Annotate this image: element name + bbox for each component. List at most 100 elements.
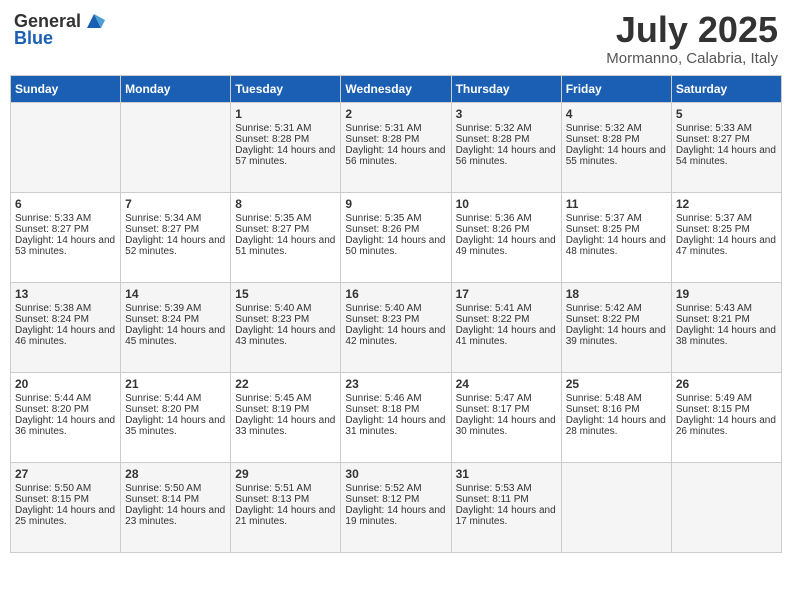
sunrise-text: Sunrise: 5:51 AM <box>235 483 336 494</box>
calendar-cell: 25Sunrise: 5:48 AMSunset: 8:16 PMDayligh… <box>561 372 671 462</box>
weekday-header-tuesday: Tuesday <box>231 75 341 102</box>
day-number: 31 <box>456 467 557 481</box>
logo-blue-text: Blue <box>14 28 53 49</box>
sunset-text: Sunset: 8:25 PM <box>566 224 667 235</box>
daylight-text: Daylight: 14 hours and 47 minutes. <box>676 235 777 257</box>
sunset-text: Sunset: 8:22 PM <box>456 314 557 325</box>
day-number: 16 <box>345 287 446 301</box>
sunrise-text: Sunrise: 5:35 AM <box>235 213 336 224</box>
sunset-text: Sunset: 8:23 PM <box>235 314 336 325</box>
header-row: SundayMondayTuesdayWednesdayThursdayFrid… <box>11 75 782 102</box>
week-row-2: 6Sunrise: 5:33 AMSunset: 8:27 PMDaylight… <box>11 192 782 282</box>
day-number: 10 <box>456 197 557 211</box>
week-row-5: 27Sunrise: 5:50 AMSunset: 8:15 PMDayligh… <box>11 462 782 552</box>
sunset-text: Sunset: 8:18 PM <box>345 404 446 415</box>
calendar-cell: 15Sunrise: 5:40 AMSunset: 8:23 PMDayligh… <box>231 282 341 372</box>
day-number: 21 <box>125 377 226 391</box>
calendar-cell: 9Sunrise: 5:35 AMSunset: 8:26 PMDaylight… <box>341 192 451 282</box>
sunset-text: Sunset: 8:15 PM <box>676 404 777 415</box>
day-number: 3 <box>456 107 557 121</box>
calendar-cell: 31Sunrise: 5:53 AMSunset: 8:11 PMDayligh… <box>451 462 561 552</box>
daylight-text: Daylight: 14 hours and 28 minutes. <box>566 415 667 437</box>
day-number: 30 <box>345 467 446 481</box>
sunset-text: Sunset: 8:11 PM <box>456 494 557 505</box>
weekday-header-monday: Monday <box>121 75 231 102</box>
sunset-text: Sunset: 8:22 PM <box>566 314 667 325</box>
calendar-cell: 27Sunrise: 5:50 AMSunset: 8:15 PMDayligh… <box>11 462 121 552</box>
day-number: 15 <box>235 287 336 301</box>
day-number: 23 <box>345 377 446 391</box>
sunrise-text: Sunrise: 5:33 AM <box>676 123 777 134</box>
daylight-text: Daylight: 14 hours and 49 minutes. <box>456 235 557 257</box>
sunrise-text: Sunrise: 5:36 AM <box>456 213 557 224</box>
sunset-text: Sunset: 8:26 PM <box>345 224 446 235</box>
daylight-text: Daylight: 14 hours and 36 minutes. <box>15 415 116 437</box>
day-number: 19 <box>676 287 777 301</box>
daylight-text: Daylight: 14 hours and 25 minutes. <box>15 505 116 527</box>
day-number: 14 <box>125 287 226 301</box>
sunrise-text: Sunrise: 5:37 AM <box>566 213 667 224</box>
sunset-text: Sunset: 8:28 PM <box>235 134 336 145</box>
daylight-text: Daylight: 14 hours and 52 minutes. <box>125 235 226 257</box>
sunrise-text: Sunrise: 5:52 AM <box>345 483 446 494</box>
week-row-3: 13Sunrise: 5:38 AMSunset: 8:24 PMDayligh… <box>11 282 782 372</box>
sunrise-text: Sunrise: 5:41 AM <box>456 303 557 314</box>
day-number: 8 <box>235 197 336 211</box>
sunrise-text: Sunrise: 5:37 AM <box>676 213 777 224</box>
calendar-cell: 18Sunrise: 5:42 AMSunset: 8:22 PMDayligh… <box>561 282 671 372</box>
calendar-cell: 30Sunrise: 5:52 AMSunset: 8:12 PMDayligh… <box>341 462 451 552</box>
sunrise-text: Sunrise: 5:31 AM <box>235 123 336 134</box>
daylight-text: Daylight: 14 hours and 50 minutes. <box>345 235 446 257</box>
sunset-text: Sunset: 8:24 PM <box>15 314 116 325</box>
sunset-text: Sunset: 8:16 PM <box>566 404 667 415</box>
sunrise-text: Sunrise: 5:47 AM <box>456 393 557 404</box>
daylight-text: Daylight: 14 hours and 26 minutes. <box>676 415 777 437</box>
sunset-text: Sunset: 8:28 PM <box>456 134 557 145</box>
weekday-header-wednesday: Wednesday <box>341 75 451 102</box>
calendar-cell: 8Sunrise: 5:35 AMSunset: 8:27 PMDaylight… <box>231 192 341 282</box>
sunrise-text: Sunrise: 5:35 AM <box>345 213 446 224</box>
sunset-text: Sunset: 8:24 PM <box>125 314 226 325</box>
sunrise-text: Sunrise: 5:32 AM <box>456 123 557 134</box>
daylight-text: Daylight: 14 hours and 42 minutes. <box>345 325 446 347</box>
sunrise-text: Sunrise: 5:53 AM <box>456 483 557 494</box>
calendar-cell: 1Sunrise: 5:31 AMSunset: 8:28 PMDaylight… <box>231 102 341 192</box>
sunset-text: Sunset: 8:27 PM <box>676 134 777 145</box>
sunset-text: Sunset: 8:28 PM <box>566 134 667 145</box>
sunrise-text: Sunrise: 5:43 AM <box>676 303 777 314</box>
daylight-text: Daylight: 14 hours and 48 minutes. <box>566 235 667 257</box>
sunset-text: Sunset: 8:14 PM <box>125 494 226 505</box>
calendar-cell: 26Sunrise: 5:49 AMSunset: 8:15 PMDayligh… <box>671 372 781 462</box>
sunset-text: Sunset: 8:26 PM <box>456 224 557 235</box>
sunrise-text: Sunrise: 5:46 AM <box>345 393 446 404</box>
calendar-cell <box>671 462 781 552</box>
calendar-cell: 28Sunrise: 5:50 AMSunset: 8:14 PMDayligh… <box>121 462 231 552</box>
week-row-4: 20Sunrise: 5:44 AMSunset: 8:20 PMDayligh… <box>11 372 782 462</box>
daylight-text: Daylight: 14 hours and 35 minutes. <box>125 415 226 437</box>
location-subtitle: Mormanno, Calabria, Italy <box>606 50 778 67</box>
day-number: 4 <box>566 107 667 121</box>
sunrise-text: Sunrise: 5:33 AM <box>15 213 116 224</box>
calendar-cell: 22Sunrise: 5:45 AMSunset: 8:19 PMDayligh… <box>231 372 341 462</box>
sunset-text: Sunset: 8:13 PM <box>235 494 336 505</box>
daylight-text: Daylight: 14 hours and 57 minutes. <box>235 145 336 167</box>
day-number: 27 <box>15 467 116 481</box>
calendar-cell: 12Sunrise: 5:37 AMSunset: 8:25 PMDayligh… <box>671 192 781 282</box>
sunset-text: Sunset: 8:27 PM <box>235 224 336 235</box>
logo: General Blue <box>14 10 105 49</box>
sunset-text: Sunset: 8:15 PM <box>15 494 116 505</box>
day-number: 22 <box>235 377 336 391</box>
calendar-cell: 24Sunrise: 5:47 AMSunset: 8:17 PMDayligh… <box>451 372 561 462</box>
sunset-text: Sunset: 8:19 PM <box>235 404 336 415</box>
calendar-cell: 11Sunrise: 5:37 AMSunset: 8:25 PMDayligh… <box>561 192 671 282</box>
sunrise-text: Sunrise: 5:32 AM <box>566 123 667 134</box>
calendar-cell: 14Sunrise: 5:39 AMSunset: 8:24 PMDayligh… <box>121 282 231 372</box>
day-number: 12 <box>676 197 777 211</box>
calendar-cell: 5Sunrise: 5:33 AMSunset: 8:27 PMDaylight… <box>671 102 781 192</box>
sunrise-text: Sunrise: 5:49 AM <box>676 393 777 404</box>
daylight-text: Daylight: 14 hours and 46 minutes. <box>15 325 116 347</box>
sunset-text: Sunset: 8:27 PM <box>125 224 226 235</box>
month-title: July 2025 <box>606 10 778 50</box>
sunrise-text: Sunrise: 5:38 AM <box>15 303 116 314</box>
daylight-text: Daylight: 14 hours and 55 minutes. <box>566 145 667 167</box>
